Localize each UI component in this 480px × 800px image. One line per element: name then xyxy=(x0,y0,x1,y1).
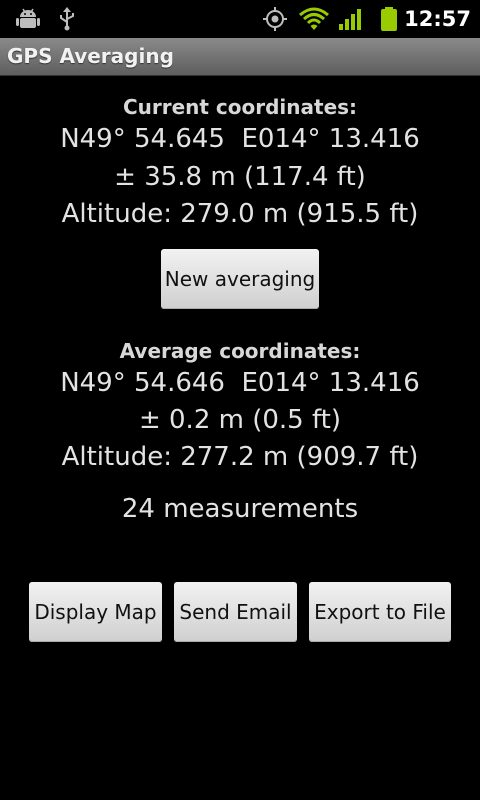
measurement-count: 24 measurements xyxy=(121,494,359,524)
app-title: GPS Averaging xyxy=(7,44,174,68)
signal-icon xyxy=(339,9,361,30)
current-coordinates-label: Current coordinates: xyxy=(122,95,358,119)
clock: 12:57 xyxy=(404,7,471,31)
average-accuracy: ± 0.2 m (0.5 ft) xyxy=(138,405,342,435)
average-coordinates-value: N49° 54.646 E014° 13.416 xyxy=(60,368,420,398)
wifi-icon xyxy=(299,7,329,30)
average-coordinates-label: Average coordinates: xyxy=(119,339,361,363)
current-accuracy: ± 35.8 m (117.4 ft) xyxy=(114,162,366,192)
status-bar: 12:57 xyxy=(0,0,480,38)
android-debug-icon xyxy=(16,8,40,28)
average-altitude: Altitude: 277.2 m (909.7 ft) xyxy=(61,442,419,472)
battery-icon xyxy=(381,7,397,31)
current-coordinates-value: N49° 54.645 E014° 13.416 xyxy=(60,124,420,154)
new-averaging-button[interactable]: New averaging xyxy=(161,249,319,309)
send-email-button[interactable]: Send Email xyxy=(174,582,297,642)
title-bar: GPS Averaging xyxy=(0,38,480,76)
current-altitude: Altitude: 279.0 m (915.5 ft) xyxy=(61,199,419,229)
export-to-file-button[interactable]: Export to File xyxy=(309,582,451,642)
gps-icon xyxy=(263,7,287,31)
display-map-button[interactable]: Display Map xyxy=(29,582,162,642)
usb-icon xyxy=(60,7,74,31)
